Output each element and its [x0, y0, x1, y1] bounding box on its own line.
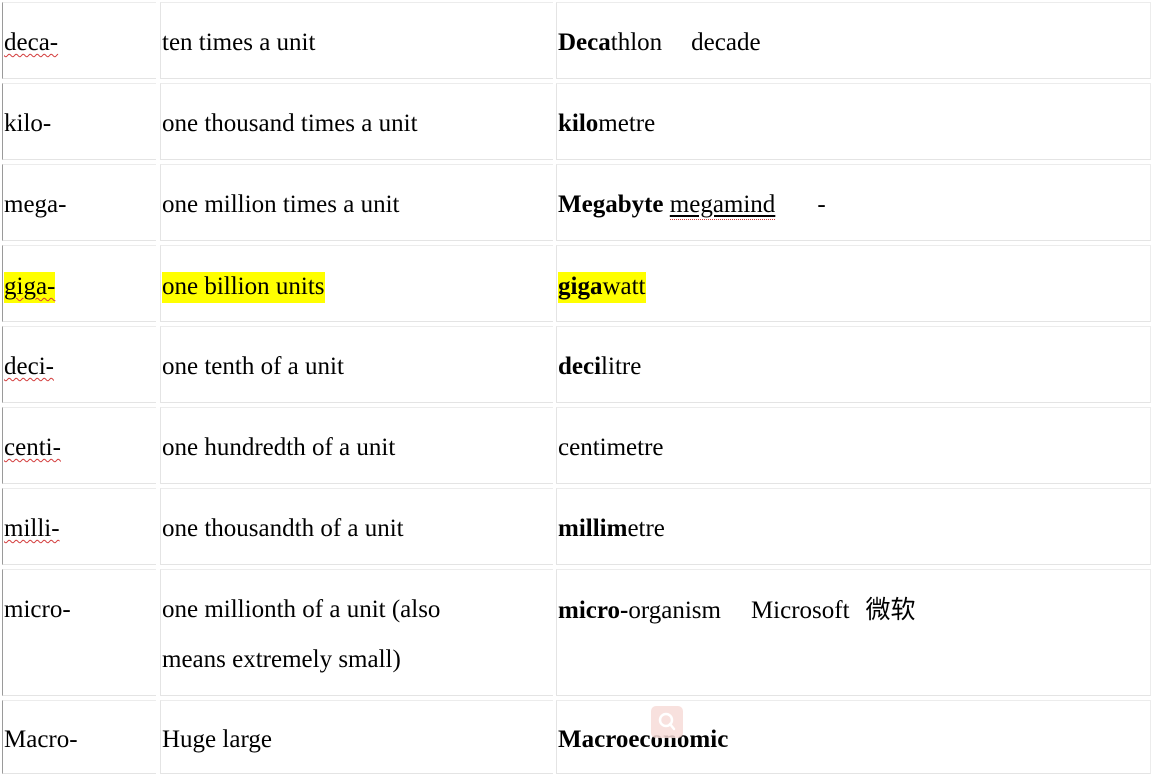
example-extra: decade	[691, 29, 761, 56]
example-cell: decilitre	[556, 326, 1151, 403]
example-text: decilitre	[558, 351, 641, 383]
meaning-line-2: means extremely small)	[162, 646, 401, 673]
table-row: milli- one thousandth of a unit millimet…	[0, 486, 1153, 567]
example-bold: millim	[558, 515, 628, 542]
example-bold: Macroeconomic	[558, 726, 729, 753]
prefix-text: micro-	[4, 596, 71, 623]
meaning-cell: ten times a unit	[160, 2, 553, 79]
example-rest: etre	[627, 515, 665, 542]
example-cell: millimetre	[556, 488, 1151, 565]
example-bold: deci	[558, 353, 602, 380]
example-rest: organism	[628, 597, 721, 624]
example-text: Megabyte megamind -	[558, 189, 826, 221]
example-bold: micro-	[558, 597, 629, 624]
prefix-text: deci-	[4, 353, 54, 380]
prefix-cell: mega-	[2, 164, 156, 241]
example-extra: Microsoft	[750, 597, 850, 624]
meaning-cell: one thousand times a unit	[160, 83, 553, 160]
example-rest: centimetre	[558, 434, 664, 461]
meaning-cell: one tenth of a unit	[160, 326, 553, 403]
example-cell: Megabyte megamind -	[556, 164, 1151, 241]
example-bold: Deca	[558, 29, 611, 56]
meaning-cell: one hundredth of a unit	[160, 407, 553, 484]
example-bold: giga	[558, 273, 603, 300]
example-text: Decathlon decade	[558, 27, 761, 59]
prefix-highlight: giga-	[4, 272, 56, 303]
example-rest: thlon	[610, 29, 663, 56]
example-text: Macroeconomic	[558, 724, 728, 756]
example-dash: -	[817, 191, 826, 218]
prefix-cell: milli-	[2, 488, 156, 565]
example-cell: micro-organism Microsoft 微软	[556, 569, 1151, 696]
table-row: Macro- Huge large Macroeconomic	[0, 698, 1153, 776]
example-cell: kilometre	[556, 83, 1151, 160]
example-text: micro-organism Microsoft 微软	[558, 594, 916, 627]
prefix-cell: giga-	[2, 245, 156, 322]
prefix-text: kilo-	[4, 110, 52, 137]
prefix-text: centi-	[4, 434, 61, 461]
meaning-cell: Huge large	[160, 700, 553, 774]
example-cell: centimetre	[556, 407, 1151, 484]
example-rest: metre	[598, 110, 656, 137]
prefix-table: deca- ten times a unit Decathlon decade k…	[0, 0, 1153, 776]
table-row: mega- one million times a unit Megabyte …	[0, 162, 1153, 243]
example-bold: kilo	[558, 110, 599, 137]
meaning-text: one billion units	[162, 271, 325, 303]
example-extra: megamind	[669, 191, 776, 220]
meaning-text: one thousandth of a unit	[162, 515, 404, 542]
example-cell: Decathlon decade	[556, 2, 1151, 79]
prefix-cell: centi-	[2, 407, 156, 484]
table-row: giga- one billion units gigawatt	[0, 243, 1153, 324]
meaning-text: one tenth of a unit	[162, 353, 344, 380]
prefix-text: milli-	[4, 515, 60, 542]
example-bold: Megabyte	[558, 191, 664, 218]
example-cell: Macroeconomic	[556, 700, 1151, 774]
table-row: centi- one hundredth of a unit centimetr…	[0, 405, 1153, 486]
table-row: kilo- one thousand times a unit kilometr…	[0, 81, 1153, 162]
meaning-cell: one billion units	[160, 245, 553, 322]
example-rest: litre	[601, 353, 642, 380]
meaning-cell: one thousandth of a unit	[160, 488, 553, 565]
prefix-cell: Macro-	[2, 700, 156, 774]
table-row: deca- ten times a unit Decathlon decade	[0, 0, 1153, 81]
meaning-line-1: one millionth of a unit (also	[162, 596, 441, 623]
prefix-cell: kilo-	[2, 83, 156, 160]
table-row: micro- one millionth of a unit (also mea…	[0, 567, 1153, 698]
meaning-cell: one millionth of a unit (also means extr…	[160, 569, 553, 696]
prefix-text: giga-	[4, 271, 56, 303]
prefix-text: Macro-	[4, 726, 78, 753]
meaning-highlight: one billion units	[162, 272, 325, 303]
table-row: deci- one tenth of a unit decilitre	[0, 324, 1153, 405]
meaning-cell: one million times a unit	[160, 164, 553, 241]
meaning-text: ten times a unit	[162, 29, 316, 56]
example-rest: watt	[602, 273, 646, 300]
meaning-text: one million times a unit	[162, 191, 400, 218]
meaning-text: one thousand times a unit	[162, 110, 418, 137]
example-cjk: 微软	[865, 595, 916, 624]
example-text: gigawatt	[558, 271, 646, 303]
prefix-cell: deca-	[2, 2, 156, 79]
example-text: millimetre	[558, 513, 665, 545]
prefix-cell: deci-	[2, 326, 156, 403]
meaning-text: Huge large	[162, 726, 272, 753]
example-cell: gigawatt	[556, 245, 1151, 322]
example-text: kilometre	[558, 108, 655, 140]
example-highlight: gigawatt	[558, 272, 646, 303]
search-icon	[651, 706, 683, 738]
prefix-text: deca-	[4, 29, 59, 56]
meaning-text: one hundredth of a unit	[162, 434, 396, 461]
prefix-cell: micro-	[2, 569, 156, 696]
prefix-text: mega-	[4, 191, 67, 218]
